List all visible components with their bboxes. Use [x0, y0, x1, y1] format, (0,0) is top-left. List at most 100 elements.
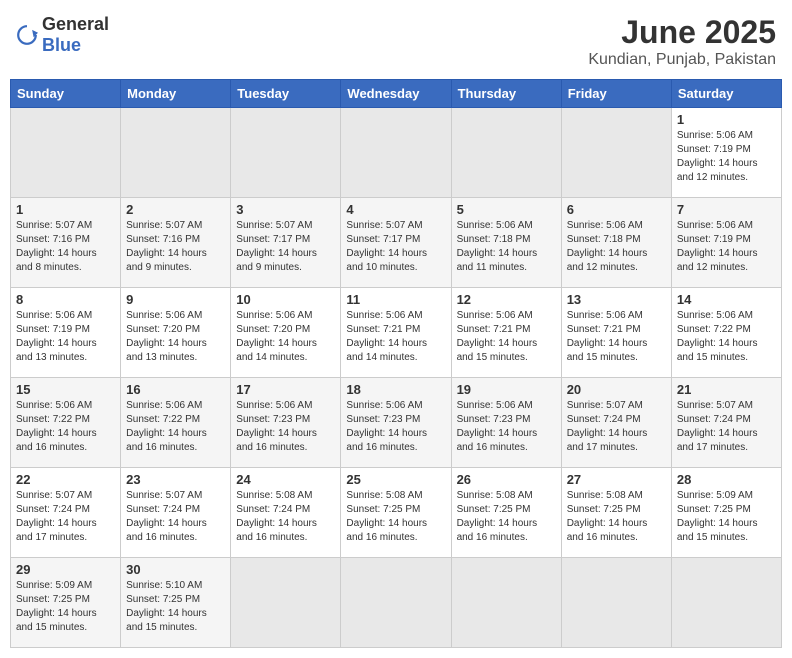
day-number: 23: [126, 472, 225, 487]
day-number: 21: [677, 382, 776, 397]
day-number: 19: [457, 382, 556, 397]
calendar-cell: 29 Sunrise: 5:09 AM Sunset: 7:25 PM Dayl…: [11, 558, 121, 648]
calendar-cell: 24 Sunrise: 5:08 AM Sunset: 7:24 PM Dayl…: [231, 468, 341, 558]
day-number: 14: [677, 292, 776, 307]
day-info: Sunrise: 5:06 AM Sunset: 7:19 PM Dayligh…: [677, 219, 776, 275]
day-info: Sunrise: 5:06 AM Sunset: 7:23 PM Dayligh…: [346, 399, 445, 455]
calendar-cell: 17 Sunrise: 5:06 AM Sunset: 7:23 PM Dayl…: [231, 378, 341, 468]
day-info: Sunrise: 5:06 AM Sunset: 7:18 PM Dayligh…: [457, 219, 556, 275]
day-info: Sunrise: 5:07 AM Sunset: 7:24 PM Dayligh…: [16, 489, 115, 545]
day-number: 6: [567, 202, 666, 217]
col-header-wednesday: Wednesday: [341, 80, 451, 108]
col-header-saturday: Saturday: [671, 80, 781, 108]
calendar-cell: 22 Sunrise: 5:07 AM Sunset: 7:24 PM Dayl…: [11, 468, 121, 558]
calendar-cell: 3 Sunrise: 5:07 AM Sunset: 7:17 PM Dayli…: [231, 198, 341, 288]
day-number: 11: [346, 292, 445, 307]
day-info: Sunrise: 5:06 AM Sunset: 7:19 PM Dayligh…: [16, 309, 115, 365]
calendar-cell: 28 Sunrise: 5:09 AM Sunset: 7:25 PM Dayl…: [671, 468, 781, 558]
day-number: 20: [567, 382, 666, 397]
calendar-cell: 13 Sunrise: 5:06 AM Sunset: 7:21 PM Dayl…: [561, 288, 671, 378]
day-number: 22: [16, 472, 115, 487]
day-number: 12: [457, 292, 556, 307]
week-row-0: 1 Sunrise: 5:06 AM Sunset: 7:19 PM Dayli…: [11, 108, 782, 198]
calendar-cell: 19 Sunrise: 5:06 AM Sunset: 7:23 PM Dayl…: [451, 378, 561, 468]
calendar-cell: 26 Sunrise: 5:08 AM Sunset: 7:25 PM Dayl…: [451, 468, 561, 558]
calendar-cell: 20 Sunrise: 5:07 AM Sunset: 7:24 PM Dayl…: [561, 378, 671, 468]
day-number: 8: [16, 292, 115, 307]
col-header-sunday: Sunday: [11, 80, 121, 108]
calendar-cell: 1 Sunrise: 5:07 AM Sunset: 7:16 PM Dayli…: [11, 198, 121, 288]
week-row-3: 15 Sunrise: 5:06 AM Sunset: 7:22 PM Dayl…: [11, 378, 782, 468]
day-info: Sunrise: 5:06 AM Sunset: 7:22 PM Dayligh…: [126, 399, 225, 455]
day-number: 18: [346, 382, 445, 397]
calendar-cell: [231, 108, 341, 198]
day-number: 17: [236, 382, 335, 397]
day-number: 28: [677, 472, 776, 487]
month-title: June 2025: [588, 14, 776, 51]
day-info: Sunrise: 5:07 AM Sunset: 7:17 PM Dayligh…: [346, 219, 445, 275]
day-info: Sunrise: 5:06 AM Sunset: 7:22 PM Dayligh…: [16, 399, 115, 455]
title-area: June 2025 Kundian, Punjab, Pakistan: [588, 14, 776, 69]
logo-text: General Blue: [42, 14, 109, 56]
day-info: Sunrise: 5:08 AM Sunset: 7:24 PM Dayligh…: [236, 489, 335, 545]
calendar-cell: 4 Sunrise: 5:07 AM Sunset: 7:17 PM Dayli…: [341, 198, 451, 288]
day-info: Sunrise: 5:06 AM Sunset: 7:22 PM Dayligh…: [677, 309, 776, 365]
calendar-cell: 2 Sunrise: 5:07 AM Sunset: 7:16 PM Dayli…: [121, 198, 231, 288]
day-info: Sunrise: 5:06 AM Sunset: 7:21 PM Dayligh…: [567, 309, 666, 365]
logo: General Blue: [16, 14, 109, 56]
calendar-cell: [671, 558, 781, 648]
day-info: Sunrise: 5:08 AM Sunset: 7:25 PM Dayligh…: [346, 489, 445, 545]
day-number: 24: [236, 472, 335, 487]
calendar-cell: 23 Sunrise: 5:07 AM Sunset: 7:24 PM Dayl…: [121, 468, 231, 558]
calendar-cell: 10 Sunrise: 5:06 AM Sunset: 7:20 PM Dayl…: [231, 288, 341, 378]
day-info: Sunrise: 5:06 AM Sunset: 7:23 PM Dayligh…: [457, 399, 556, 455]
calendar-cell: 15 Sunrise: 5:06 AM Sunset: 7:22 PM Dayl…: [11, 378, 121, 468]
day-info: Sunrise: 5:08 AM Sunset: 7:25 PM Dayligh…: [457, 489, 556, 545]
calendar-cell: [451, 558, 561, 648]
calendar-cell: 25 Sunrise: 5:08 AM Sunset: 7:25 PM Dayl…: [341, 468, 451, 558]
day-number: 4: [346, 202, 445, 217]
day-info: Sunrise: 5:08 AM Sunset: 7:25 PM Dayligh…: [567, 489, 666, 545]
calendar-cell: [341, 108, 451, 198]
calendar-cell: 12 Sunrise: 5:06 AM Sunset: 7:21 PM Dayl…: [451, 288, 561, 378]
day-info: Sunrise: 5:09 AM Sunset: 7:25 PM Dayligh…: [16, 579, 115, 635]
calendar-header-row: SundayMondayTuesdayWednesdayThursdayFrid…: [11, 80, 782, 108]
header: General Blue June 2025 Kundian, Punjab, …: [10, 10, 782, 73]
calendar-cell: 8 Sunrise: 5:06 AM Sunset: 7:19 PM Dayli…: [11, 288, 121, 378]
day-number: 7: [677, 202, 776, 217]
location-title: Kundian, Punjab, Pakistan: [588, 51, 776, 69]
day-info: Sunrise: 5:07 AM Sunset: 7:24 PM Dayligh…: [126, 489, 225, 545]
logo-icon: [16, 24, 38, 46]
calendar-cell: [11, 108, 121, 198]
calendar-cell: [341, 558, 451, 648]
calendar-cell: 9 Sunrise: 5:06 AM Sunset: 7:20 PM Dayli…: [121, 288, 231, 378]
day-number: 25: [346, 472, 445, 487]
day-info: Sunrise: 5:07 AM Sunset: 7:16 PM Dayligh…: [16, 219, 115, 275]
calendar-table: SundayMondayTuesdayWednesdayThursdayFrid…: [10, 79, 782, 648]
day-info: Sunrise: 5:06 AM Sunset: 7:18 PM Dayligh…: [567, 219, 666, 275]
day-number: 5: [457, 202, 556, 217]
day-number: 1: [16, 202, 115, 217]
week-row-5: 29 Sunrise: 5:09 AM Sunset: 7:25 PM Dayl…: [11, 558, 782, 648]
calendar-cell: 18 Sunrise: 5:06 AM Sunset: 7:23 PM Dayl…: [341, 378, 451, 468]
calendar-cell: [231, 558, 341, 648]
day-info: Sunrise: 5:07 AM Sunset: 7:24 PM Dayligh…: [567, 399, 666, 455]
day-number: 26: [457, 472, 556, 487]
day-number: 13: [567, 292, 666, 307]
calendar-cell: [561, 108, 671, 198]
day-number: 29: [16, 562, 115, 577]
calendar-cell: [121, 108, 231, 198]
day-number: 27: [567, 472, 666, 487]
day-number: 16: [126, 382, 225, 397]
calendar-cell: 5 Sunrise: 5:06 AM Sunset: 7:18 PM Dayli…: [451, 198, 561, 288]
day-info: Sunrise: 5:07 AM Sunset: 7:17 PM Dayligh…: [236, 219, 335, 275]
day-number: 1: [677, 112, 776, 127]
day-info: Sunrise: 5:06 AM Sunset: 7:20 PM Dayligh…: [126, 309, 225, 365]
col-header-thursday: Thursday: [451, 80, 561, 108]
calendar-cell: 16 Sunrise: 5:06 AM Sunset: 7:22 PM Dayl…: [121, 378, 231, 468]
col-header-friday: Friday: [561, 80, 671, 108]
day-number: 3: [236, 202, 335, 217]
day-info: Sunrise: 5:07 AM Sunset: 7:24 PM Dayligh…: [677, 399, 776, 455]
day-number: 30: [126, 562, 225, 577]
calendar-cell: 6 Sunrise: 5:06 AM Sunset: 7:18 PM Dayli…: [561, 198, 671, 288]
